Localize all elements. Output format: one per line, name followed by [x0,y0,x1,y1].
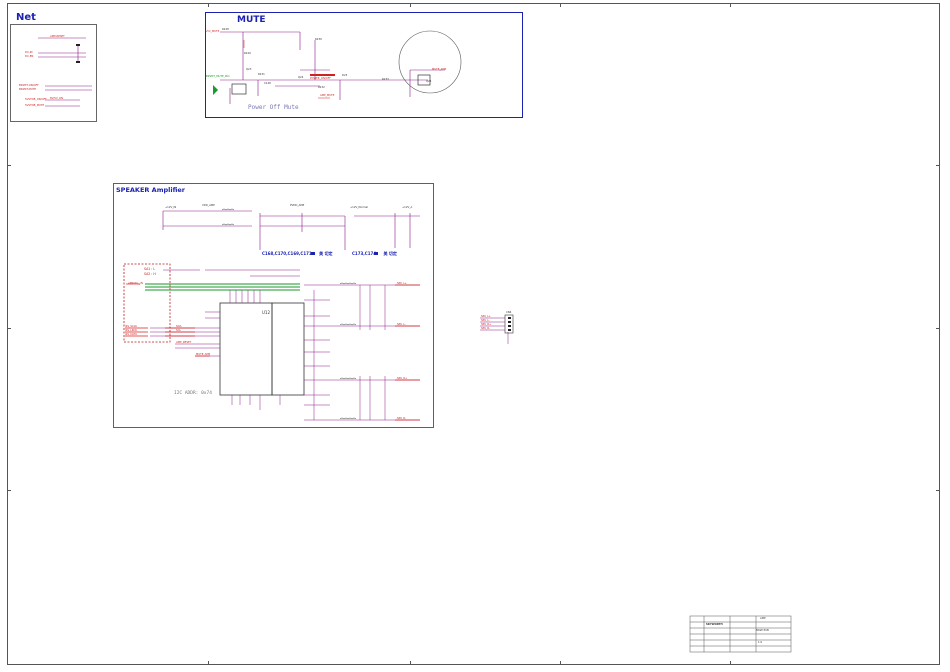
cap-note-left: C168,C170,C169,C171 美 切定 [262,251,333,257]
speaker-output-label: SPK_R- [397,417,406,420]
connector-label: SPK_L- [481,319,490,322]
cap-note-left-refs: C168,C170,C169,C171 [262,251,312,256]
speaker-input-label: I2S_DATA [125,333,138,336]
speaker-title: SPEAKER Amplifier [116,186,186,194]
title-block-company: SKYWORTH [706,623,723,626]
component-ref: R229 [244,52,251,55]
speaker-output-label: SPK_L+ [397,282,407,285]
component-ref: Q24 [298,76,304,79]
component-ref: C148 [264,82,271,85]
cap-note-right-suffix: 美 切定 [383,251,397,256]
connector-label: SPK_R- [481,327,490,330]
connector-label: SPK_L+ [481,315,491,318]
cap-note-left-suffix: 美 切定 [319,251,333,256]
speaker-input-label: AMP-PLL_IN [128,282,143,285]
i2c-addr-note: I2C ADDR: 0x74 [174,391,212,396]
speaker-output-label: SPK_L- [397,323,406,326]
speaker-amplifier-block [113,183,434,428]
addr-option: SA2 : H [144,272,156,276]
mute-net-label: BKSMT_MUTE_PA1 [206,75,230,78]
component-ref: Q23 [246,68,252,71]
cap-note-right-refs: C173,C174 [352,251,377,256]
mute-net-label: +5V_MUTE [205,30,220,33]
addr-option: SA1 : L [144,267,156,271]
mute-net-label: POWER_ON/OFF [310,77,331,80]
speaker-input-label: MUTE_AMP [196,353,211,356]
mute-block [205,12,523,118]
amplifier-ic-ref: U12 [262,310,271,315]
power-off-mute-note: Power Off Mute [248,104,299,111]
mute-net-label: AMP_MUTE [320,94,335,97]
title-block-model: BASE PCB [756,629,769,632]
speaker-input-label: I2S_LRCK [125,329,137,332]
connector-ref: CN4 [506,311,512,314]
component-ref: R231 [258,73,265,76]
rail-label: +12V_Normal [350,206,368,209]
mute-title: MUTE [237,15,266,25]
component-ref: D23 [342,74,348,77]
rail-label: +12V_IN [165,206,177,209]
rail-label: PVDD_AMP [290,204,305,207]
speaker-input-label: SDA [176,325,182,328]
component-ref: R233 [382,78,389,81]
rail-label: +12V_A [402,206,413,209]
component-ref: R232 [318,86,325,89]
mute-net-label: MUTE_AMP [432,68,447,71]
cap-note-right: C173,C174 美 切定 [352,251,397,257]
speaker-input-label: I2S_SCLK [125,325,137,328]
component-ref: R230 [315,38,322,41]
title-block-rev: 1.0 [758,641,763,644]
component-ref: R228 [222,28,229,31]
title-block-sheet-name: AMP [760,617,766,620]
component-ref: Q25 [426,80,432,83]
connector-label: SPK_R+ [481,323,492,326]
speaker-input-label: SCL [176,329,181,332]
rail-label: VDD_AMP [202,204,215,207]
speaker-output-label: SPK_R+ [397,377,408,380]
speaker-input-label: AMP_RESET [176,341,192,344]
